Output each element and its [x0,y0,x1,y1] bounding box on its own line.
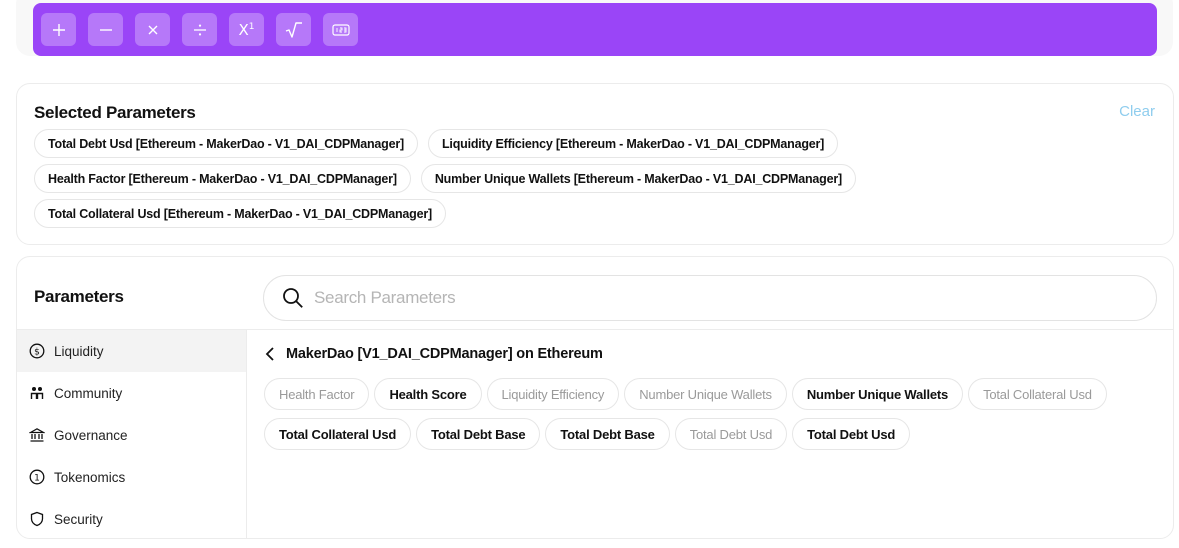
parameter-pill[interactable]: Total Debt Base [416,418,541,450]
parameter-pill[interactable]: Total Debt Base [545,418,670,450]
parameter-pill[interactable]: Total Collateral Usd [264,418,412,450]
parameter-pill[interactable]: Health Factor [264,378,370,410]
sidebar-item-liquidity[interactable]: $ Liquidity [17,330,246,372]
selected-parameter-chip[interactable]: Total Collateral Usd [Ethereum - MakerDa… [34,199,446,228]
number-input-icon [331,23,350,36]
plus-icon [52,23,65,36]
selected-parameter-chip[interactable]: Health Factor [Ethereum - MakerDao - V1_… [34,164,411,193]
parameter-pill[interactable]: Total Debt Usd [674,418,788,450]
multiply-button[interactable] [135,13,170,46]
sidebar-item-security[interactable]: Security [17,498,246,538]
selected-chips: Total Debt Usd [Ethereum - MakerDao - V1… [34,129,1164,228]
parameter-pill[interactable]: Total Debt Usd [792,418,911,450]
breadcrumb: MakerDao [V1_DAI_CDPManager] on Ethereum [264,346,603,362]
divide-button[interactable] [182,13,217,46]
one-circle-icon: 1 [29,469,45,485]
chip-row: Total Collateral Usd [Ethereum - MakerDa… [34,199,1164,228]
search-box[interactable] [263,275,1157,321]
protocol-title: MakerDao [V1_DAI_CDPManager] on Ethereum [286,346,603,362]
sidebar-item-tokenomics[interactable]: 1 Tokenomics [17,456,246,498]
parameter-pill[interactable]: Number Unique Wallets [791,378,964,410]
sqrt-icon [285,21,302,38]
parameter-content: MakerDao [V1_DAI_CDPManager] on Ethereum… [264,330,1173,538]
chevron-left-icon[interactable] [264,346,276,362]
sqrt-button[interactable] [276,13,311,46]
minus-icon [99,28,112,31]
sidebar-item-label: Tokenomics [54,469,126,485]
sidebar-item-label: Community [54,385,123,401]
sidebar-item-label: Liquidity [54,343,104,359]
parameters-card: Parameters $ Liquidity Community Governance… [16,256,1174,539]
dollar-circle-icon: $ [29,343,45,359]
sidebar-item-label: Governance [54,427,128,443]
shield-icon [29,511,45,527]
selected-parameter-chip[interactable]: Number Unique Wallets [Ethereum - MakerD… [420,164,856,193]
chip-row: Health Factor [Ethereum - MakerDao - V1_… [34,164,1164,193]
people-icon [29,385,45,401]
selected-parameter-chip[interactable]: Liquidity Efficiency [Ethereum - MakerDa… [428,129,839,158]
parameter-pill[interactable]: Health Score [374,378,482,410]
chip-row: Total Debt Usd [Ethereum - MakerDao - V1… [34,129,1164,158]
svg-text:1: 1 [34,474,40,484]
category-sidebar: $ Liquidity Community Governance 1 Tokenomics… [17,330,247,538]
plus-button[interactable] [41,13,76,46]
search-input[interactable] [314,288,1114,308]
power-icon: X1 [238,20,255,39]
number-input-button[interactable] [323,13,358,46]
power-button[interactable]: X1 [229,13,264,46]
selected-parameter-chip[interactable]: Total Debt Usd [Ethereum - MakerDao - V1… [34,129,418,158]
sidebar-item-governance[interactable]: Governance [17,414,246,456]
bank-icon [29,427,45,443]
search-icon [283,288,303,308]
parameter-pills: Health Factor Health Score Liquidity Effic… [264,378,1164,450]
sidebar-item-community[interactable]: Community [17,372,246,414]
parameter-pill[interactable]: Number Unique Wallets [624,378,787,410]
multiply-icon [148,25,157,34]
svg-text:$: $ [34,348,40,358]
parameter-pill[interactable]: Total Collateral Usd [968,378,1107,410]
minus-button[interactable] [88,13,123,46]
selected-parameters-card: Selected Parameters Clear Total Debt Usd… [16,83,1174,245]
divide-icon [193,24,206,35]
clear-button[interactable]: Clear [1119,103,1155,120]
parameters-title: Parameters [34,287,124,306]
sidebar-item-label: Security [54,511,103,527]
parameter-pill[interactable]: Liquidity Efficiency [486,378,620,410]
operator-toolbar: X1 [33,3,1157,56]
selected-parameters-title: Selected Parameters [34,103,196,122]
